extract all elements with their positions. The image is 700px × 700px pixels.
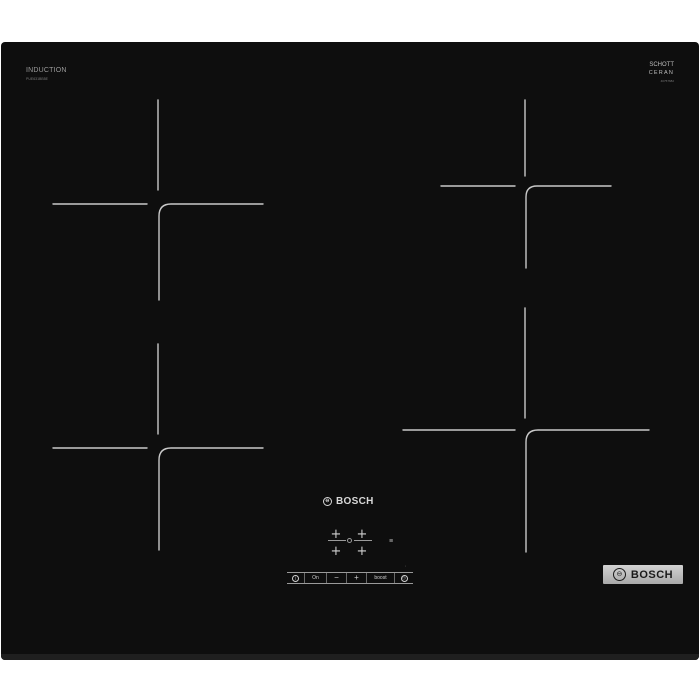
center-logo: ⊖ BOSCH — [323, 496, 374, 507]
plus-button[interactable]: + — [347, 573, 367, 583]
zone-marking-line — [525, 185, 612, 269]
cooking-zone-markings — [52, 99, 650, 553]
bosch-armature-icon: ⊖ — [612, 568, 626, 581]
plus-icon[interactable]: + — [330, 545, 342, 558]
indicator-icon: ≡ — [389, 538, 394, 545]
timer-icon: ◷ — [400, 574, 408, 582]
power-icon: | — [292, 574, 299, 582]
center-logo-text: BOSCH — [336, 496, 374, 507]
hob-frame — [1, 654, 699, 660]
zone-marking-line — [158, 447, 264, 551]
induction-label: INDUCTION — [26, 67, 67, 74]
selector-divider — [354, 540, 372, 541]
zone-marking-line — [158, 203, 264, 301]
plus-icon[interactable]: + — [356, 545, 368, 558]
zone-marking-line — [525, 429, 650, 553]
model-code: PUE631BB5E — [26, 77, 48, 81]
on-button[interactable]: On — [305, 573, 327, 583]
plus-icon: + — [354, 573, 359, 582]
glass-brand-bottom: CERAN — [648, 70, 674, 76]
brand-badge: ⊖ BOSCH — [603, 565, 683, 584]
induction-hob: INDUCTION PUE631BB5E SCHOTT CERAN 407576… — [1, 42, 699, 660]
selector-center-icon — [347, 538, 352, 543]
timer-button[interactable]: ◷ — [395, 573, 413, 583]
control-strip: | On − + boost ◷ — [287, 572, 413, 584]
boost-label: boost — [374, 575, 387, 581]
badge-brand-text: BOSCH — [630, 568, 674, 581]
selector-divider — [328, 540, 346, 541]
tiny-marking: ▫ — [405, 564, 407, 568]
glass-brand-top: SCHOTT — [649, 62, 674, 68]
minus-button[interactable]: − — [327, 573, 347, 583]
boost-button[interactable]: boost — [367, 573, 395, 583]
bosch-armature-icon: ⊖ — [323, 497, 332, 506]
minus-icon: − — [334, 573, 339, 582]
serial-code: 40757682 — [660, 79, 674, 83]
on-label: On — [312, 575, 319, 581]
power-button[interactable]: | — [287, 573, 305, 583]
zone-selector: + + + + — [328, 528, 372, 559]
